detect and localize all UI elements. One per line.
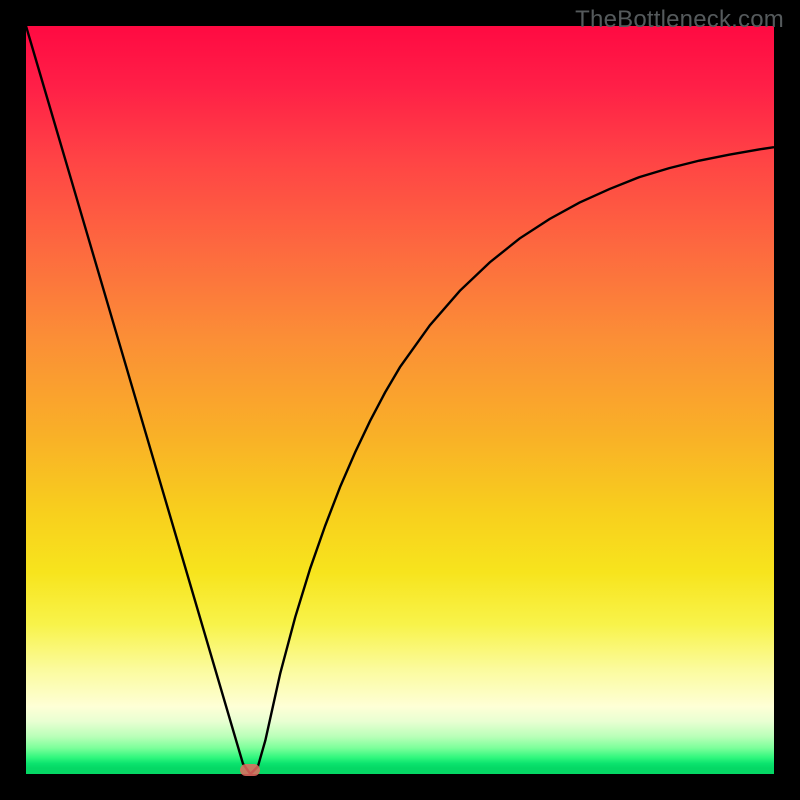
watermark-text: TheBottleneck.com xyxy=(575,6,784,34)
curve-line xyxy=(26,26,774,774)
minimum-marker-dot xyxy=(240,764,260,776)
bottleneck-curve xyxy=(26,26,774,774)
plot-area xyxy=(26,26,774,774)
